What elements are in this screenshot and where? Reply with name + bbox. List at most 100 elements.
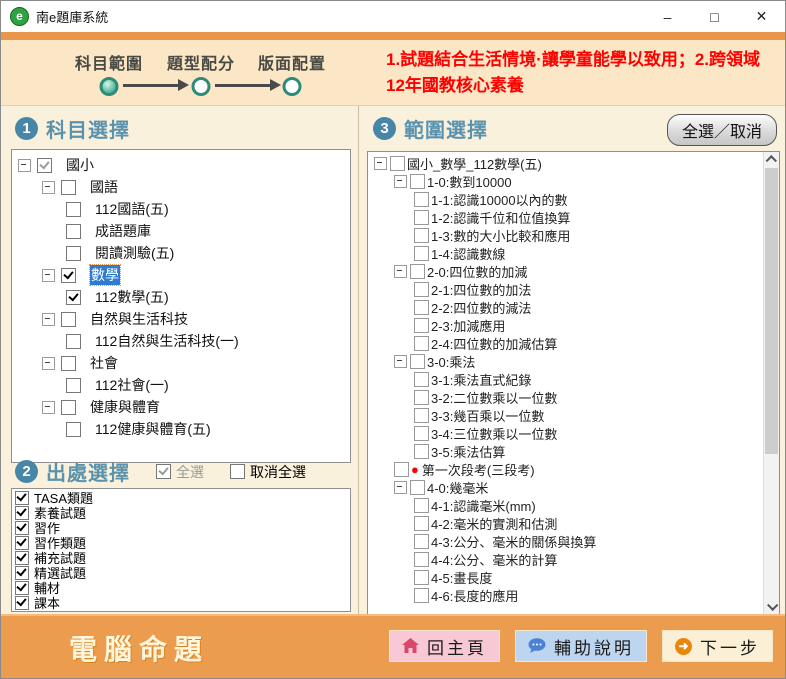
tree-checkbox[interactable]	[66, 378, 81, 393]
tree-node-label[interactable]: 數學	[90, 265, 120, 285]
tree-checkbox[interactable]	[414, 282, 429, 297]
tree-expander-icon[interactable]	[42, 181, 55, 194]
tree-checkbox[interactable]	[414, 588, 429, 603]
tree-expander-icon[interactable]	[42, 357, 55, 370]
deselect-all-checkbox[interactable]: 取消全選	[230, 462, 306, 482]
tree-checkbox[interactable]	[37, 158, 52, 173]
tree-checkbox[interactable]	[414, 426, 429, 441]
tree-checkbox[interactable]	[414, 318, 429, 333]
list-item[interactable]: 素養試題	[12, 505, 350, 520]
help-button[interactable]: 輔助說明	[515, 630, 647, 662]
tree-expander-icon[interactable]	[42, 313, 55, 326]
tree-node-label[interactable]: 2-1:四位數的加法	[431, 280, 531, 299]
tree-node-label[interactable]: 112自然與生活科技(一)	[95, 331, 239, 351]
tree-checkbox[interactable]	[61, 400, 76, 415]
tree-checkbox[interactable]	[414, 372, 429, 387]
tree-node-label[interactable]: 國語	[90, 177, 118, 197]
step-layout-config[interactable]: 版面配置	[227, 50, 357, 74]
tree-node-label[interactable]: 閱讀測驗(五)	[95, 243, 174, 263]
tree-node-label[interactable]: 3-1:乘法直式紀錄	[431, 370, 531, 389]
source-checkbox[interactable]	[15, 551, 29, 565]
tree-node-label[interactable]: 3-2:二位數乘以一位數	[431, 388, 557, 407]
tree-checkbox[interactable]	[66, 224, 81, 239]
select-toggle-button[interactable]: 全選／取消	[667, 114, 777, 146]
tree-checkbox[interactable]	[66, 246, 81, 261]
close-button[interactable]: ✕	[738, 1, 785, 32]
tree-node-label[interactable]: 4-4:公分、毫米的計算	[431, 550, 557, 569]
source-checkbox[interactable]	[15, 596, 29, 610]
scroll-thumb[interactable]	[765, 168, 778, 454]
tree-checkbox[interactable]	[414, 336, 429, 351]
tree-node-label[interactable]: 3-0:乘法	[427, 352, 475, 371]
tree-node-label[interactable]: 4-0:幾毫米	[427, 478, 488, 497]
tree-checkbox[interactable]	[414, 516, 429, 531]
tree-checkbox[interactable]	[414, 408, 429, 423]
tree-node-label[interactable]: 112社會(一)	[95, 375, 169, 395]
tree-node-label[interactable]: 112健康與體育(五)	[95, 419, 211, 439]
tree-expander-icon[interactable]	[394, 355, 407, 368]
tree-checkbox[interactable]	[66, 202, 81, 217]
tree-checkbox[interactable]	[410, 354, 425, 369]
source-checkbox[interactable]	[15, 491, 29, 505]
tree-node-label[interactable]: 2-3:加減應用	[431, 316, 505, 335]
tree-node-label[interactable]: 3-3:幾百乘以一位數	[431, 406, 544, 425]
tree-expander-icon[interactable]	[18, 159, 31, 172]
tree-checkbox[interactable]	[414, 390, 429, 405]
tree-node-label[interactable]: 1-3:數的大小比較和應用	[431, 226, 570, 245]
tree-node-label[interactable]: 3-5:乘法估算	[431, 442, 505, 461]
tree-expander-icon[interactable]	[42, 401, 55, 414]
tree-checkbox[interactable]	[66, 290, 81, 305]
source-checkbox[interactable]	[15, 521, 29, 535]
tree-node-label[interactable]: 健康與體育	[90, 397, 160, 417]
tree-node-label[interactable]: 4-3:公分、毫米的關係與換算	[431, 532, 596, 551]
tree-checkbox[interactable]	[61, 268, 76, 283]
tree-node-label[interactable]: 1-2:認識千位和位值換算	[431, 208, 570, 227]
tree-node-label[interactable]: 國小	[66, 155, 94, 175]
tree-node-label[interactable]: 社會	[90, 353, 118, 373]
tree-checkbox[interactable]	[410, 174, 425, 189]
tree-expander-icon[interactable]	[394, 265, 407, 278]
tree-checkbox[interactable]	[414, 444, 429, 459]
tree-node-label[interactable]: 成語題庫	[95, 221, 151, 241]
tree-checkbox[interactable]	[414, 534, 429, 549]
tree-checkbox[interactable]	[414, 570, 429, 585]
tree-node-label[interactable]: 1-4:認識數線	[431, 244, 505, 263]
tree-checkbox[interactable]	[61, 356, 76, 371]
scroll-up-button[interactable]	[764, 152, 779, 168]
tree-node-label[interactable]: 國小_數學_112數學(五)	[407, 154, 542, 173]
list-item[interactable]: 輔材	[12, 580, 350, 595]
source-checkbox[interactable]	[15, 536, 29, 550]
tree-expander-icon[interactable]	[374, 157, 387, 170]
tree-checkbox[interactable]	[394, 462, 409, 477]
tree-checkbox[interactable]	[66, 422, 81, 437]
tree-checkbox[interactable]	[414, 192, 429, 207]
tree-checkbox[interactable]	[414, 552, 429, 567]
source-checkbox[interactable]	[15, 581, 29, 595]
home-button[interactable]: 回主頁	[389, 630, 500, 662]
step-dot-1-active[interactable]	[100, 77, 119, 96]
tree-checkbox[interactable]	[414, 210, 429, 225]
minimize-button[interactable]: –	[644, 1, 691, 32]
tree-node-label[interactable]: 自然與生活科技	[90, 309, 188, 329]
tree-checkbox[interactable]	[61, 180, 76, 195]
tree-node-label[interactable]: 4-5:畫長度	[431, 568, 492, 587]
tree-checkbox[interactable]	[410, 264, 425, 279]
source-checkbox[interactable]	[15, 566, 29, 580]
step-dot-3[interactable]	[283, 77, 302, 96]
maximize-button[interactable]: □	[691, 1, 738, 32]
tree-expander-icon[interactable]	[42, 269, 55, 282]
list-item[interactable]: 課本	[12, 595, 350, 610]
tree-expander-icon[interactable]	[394, 175, 407, 188]
tree-node-label[interactable]: 1-0:數到10000	[427, 172, 512, 191]
tree-node-label[interactable]: 第一次段考(三段考)	[422, 460, 535, 479]
tree-node-label[interactable]: 2-2:四位數的減法	[431, 298, 531, 317]
tree-checkbox[interactable]	[390, 156, 405, 171]
select-all-checkbox[interactable]: 全選	[156, 462, 204, 482]
tree-expander-icon[interactable]	[394, 481, 407, 494]
tree-node-label[interactable]: 4-1:認識毫米(mm)	[431, 496, 536, 515]
tree-checkbox[interactable]	[414, 498, 429, 513]
tree-node-label[interactable]: 3-4:三位數乘以一位數	[431, 424, 557, 443]
list-item[interactable]: 精選試題	[12, 565, 350, 580]
tree-checkbox[interactable]	[410, 480, 425, 495]
next-button[interactable]: ➜ 下一步	[662, 630, 773, 662]
